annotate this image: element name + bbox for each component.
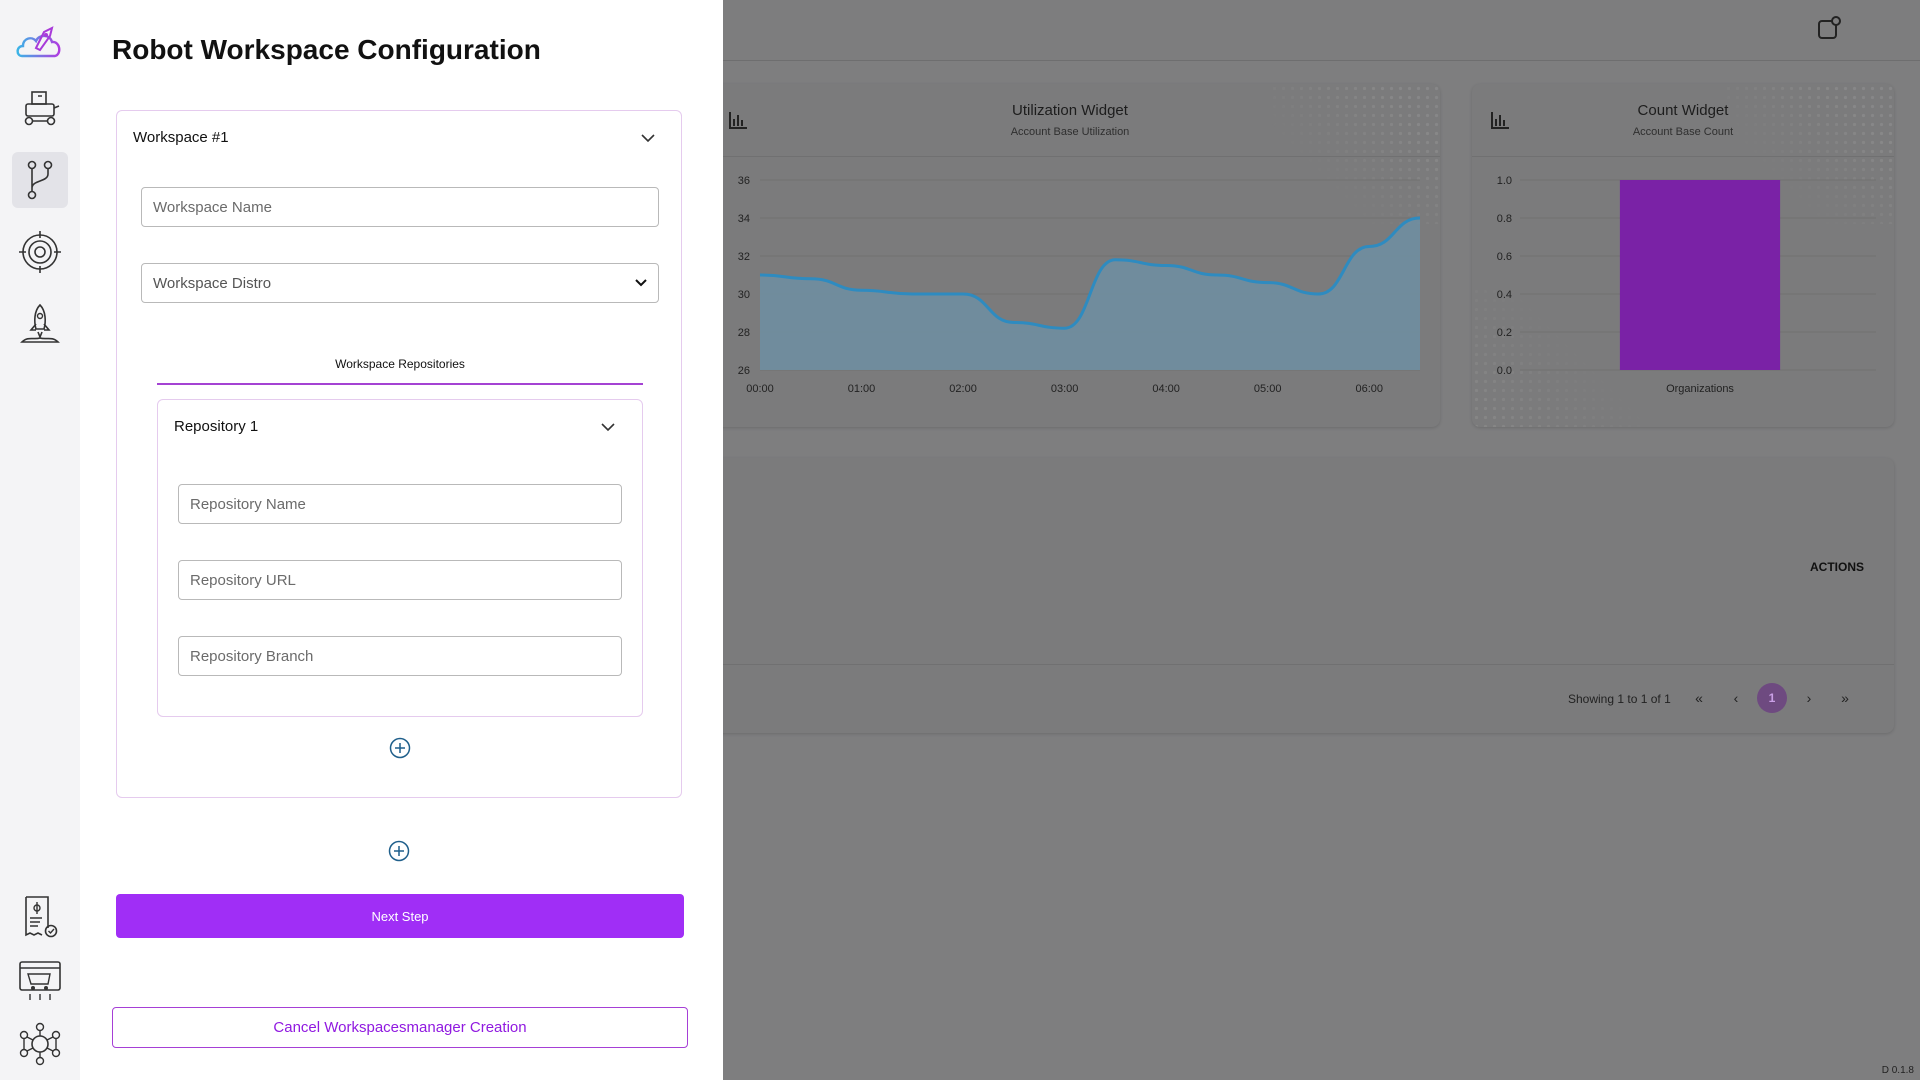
workspace-config-drawer: Robot Workspace Configuration Workspace … (80, 0, 723, 1080)
y-tick-label: 36 (738, 175, 750, 187)
x-tick-label: 03:00 (1051, 383, 1079, 395)
workspace-header[interactable]: Workspace #1 (133, 129, 229, 146)
workspace-accordion: Workspace #1 Workspace Distro Workspace … (116, 110, 682, 798)
x-tick-label: 04:00 (1152, 383, 1180, 395)
tab-active-indicator (157, 383, 643, 385)
network-icon (19, 1022, 61, 1066)
repository-url-input[interactable] (178, 560, 622, 600)
x-tick-label: 06:00 (1355, 383, 1383, 395)
y-tick-label: 1.0 (1497, 175, 1512, 187)
count-chart: 0.0 0.2 0.4 0.6 0.8 1.0 Organizations (1497, 175, 1876, 395)
sidebar-item-workspaces[interactable] (12, 152, 68, 208)
table-card (700, 458, 1894, 733)
table-header-actions: ACTIONS (1810, 560, 1864, 574)
utilization-chart: 26 28 30 32 34 36 00:00 01:00 02:00 03:00 04:00 05:… (738, 175, 1421, 395)
sidebar-item-network[interactable] (12, 1016, 68, 1072)
repository-accordion: Repository 1 (157, 399, 643, 717)
workspace-name-input[interactable] (141, 187, 659, 227)
tab-workspace-repositories[interactable]: Workspace Repositories (157, 357, 643, 371)
y-tick-label: 26 (738, 365, 750, 377)
y-tick-label: 0.8 (1497, 213, 1512, 225)
add-workspace-icon[interactable] (388, 840, 410, 862)
chevron-down-icon (635, 279, 647, 287)
chevron-down-icon[interactable] (641, 133, 655, 143)
workspace-distro-value: Workspace Distro (153, 274, 272, 292)
sidebar-item-billing[interactable] (12, 888, 68, 944)
workspace-distro-select[interactable]: Workspace Distro (141, 263, 659, 303)
x-tick-label: 02:00 (949, 383, 977, 395)
repository-branch-input[interactable] (178, 636, 622, 676)
pagination-info: Showing 1 to 1 of 1 (1568, 692, 1671, 706)
y-tick-label: 28 (738, 327, 750, 339)
add-repository-icon[interactable] (389, 737, 411, 759)
rocket-cloud-logo-icon (16, 26, 61, 58)
widget-title: Count Widget (1637, 102, 1729, 119)
cancel-creation-button[interactable]: Cancel Workspacesmanager Creation (112, 1007, 688, 1048)
target-icon (19, 231, 61, 273)
page-title: Robot Workspace Configuration (112, 34, 541, 65)
widget-title: Utilization Widget (1012, 102, 1128, 119)
robot-icon (24, 91, 60, 126)
next-page-button[interactable]: › (1794, 683, 1824, 713)
sidebar (0, 0, 80, 1080)
y-tick-label: 32 (738, 251, 750, 263)
x-tick-label: 00:00 (746, 383, 774, 395)
y-tick-label: 0.6 (1497, 251, 1512, 263)
bar (1619, 180, 1781, 370)
widget-subtitle: Account Base Utilization (1010, 126, 1130, 138)
sidebar-item-launch[interactable] (12, 296, 68, 352)
y-tick-label: 34 (738, 213, 750, 225)
sidebar-item-robots[interactable] (12, 80, 68, 136)
chevron-down-icon[interactable] (601, 422, 615, 432)
sidebar-item-marketplace[interactable] (12, 952, 68, 1008)
x-tick-label: Organizations (1666, 383, 1734, 395)
count-widget: Count Widget Account Base Count 0.0 0.2 0.… (1472, 84, 1894, 427)
y-tick-label: 0.0 (1497, 365, 1512, 377)
utilization-widget: Utilization Widget Account Base Utilizat… (700, 84, 1440, 427)
y-tick-label: 0.4 (1497, 289, 1512, 301)
y-tick-label: 0.2 (1497, 327, 1512, 339)
x-tick-label: 01:00 (848, 383, 876, 395)
prev-page-button[interactable]: ‹ (1721, 683, 1751, 713)
marketplace-icon (19, 961, 61, 1000)
y-tick-label: 30 (738, 289, 750, 301)
sidebar-item-targets[interactable] (12, 224, 68, 280)
billing-icon (25, 896, 58, 938)
rocket-launch-icon (20, 303, 60, 343)
notification-icon[interactable] (1814, 14, 1844, 44)
next-step-button[interactable]: Next Step (116, 894, 684, 938)
git-branch-icon (27, 160, 53, 200)
last-page-button[interactable]: » (1830, 683, 1860, 713)
page-button-current[interactable]: 1 (1757, 683, 1787, 713)
repository-header[interactable]: Repository 1 (174, 418, 258, 435)
version-label: D 0.1.8 (1881, 1065, 1914, 1076)
repository-name-input[interactable] (178, 484, 622, 524)
x-tick-label: 05:00 (1254, 383, 1282, 395)
first-page-button[interactable]: « (1684, 683, 1714, 713)
widget-subtitle: Account Base Count (1632, 126, 1734, 138)
rocket-cloud-logo[interactable] (12, 12, 68, 68)
